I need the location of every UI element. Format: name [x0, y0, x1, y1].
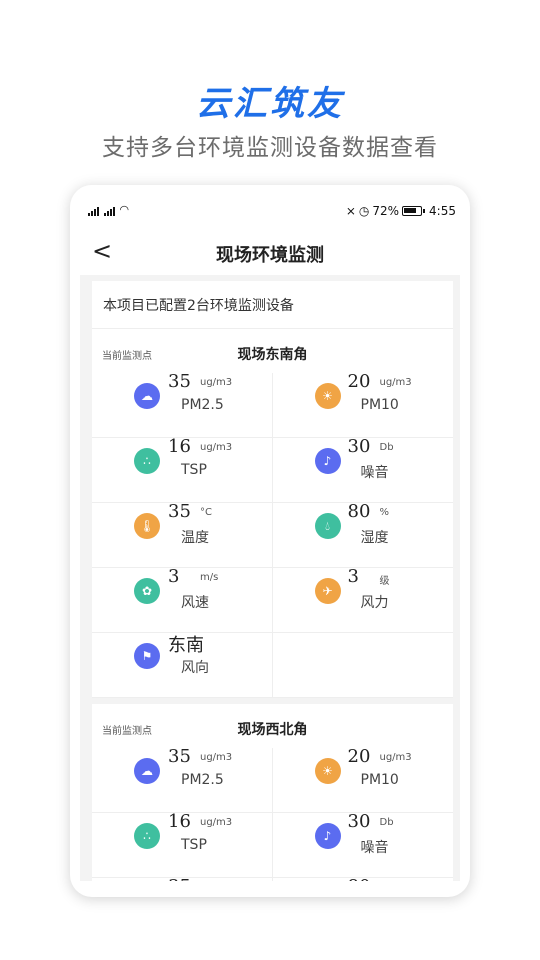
status-bar: ◠ ⨯ ◷ 72% 4:55 — [80, 185, 460, 231]
alarm-icon: ◷ — [358, 204, 370, 218]
metric-unit: 级 — [379, 576, 390, 587]
metric-cell: ⚑ 东南风向 — [92, 633, 273, 698]
pm25-icon: ☁ — [134, 758, 160, 784]
metric-unit: °C — [200, 507, 212, 518]
metric-cell: 🌡︎35°C温度 — [92, 876, 273, 881]
tsp-icon: ∴ — [134, 823, 160, 849]
phone-screen: ◠ ⨯ ◷ 72% 4:55 < 现场环境监测 本项目已配置2台环境监测设备 当… — [80, 185, 460, 881]
noise-icon: ♪ — [314, 448, 341, 474]
page-title: 现场环境监测 — [216, 245, 324, 266]
station-card: 当前监测点 现场东南角 ☁ 35 ug/m3 PM2.5 ☀ 20 ug/m3 PM10 ∴ 16 ug… — [92, 329, 453, 698]
signal-indicators: ◠ — [88, 203, 128, 216]
metric-value: 30 — [347, 811, 371, 832]
metric-unit: ug/m3 — [200, 752, 233, 763]
metric-value: 20 — [347, 371, 371, 392]
metric-unit: ug/m3 — [200, 377, 233, 388]
metric-unit: ug/m3 — [200, 817, 233, 828]
tsp-icon: ∴ — [134, 448, 160, 474]
mute-icon: ⨯ — [345, 204, 356, 218]
metric-cell: ☀ 20 ug/m3 PM10 — [272, 371, 453, 438]
metric-value: 30 — [347, 436, 371, 457]
metric-unit: Db — [379, 817, 394, 828]
station-header: 当前监测点 现场东南角 — [92, 329, 453, 373]
humidity-icon: 💧︎ — [314, 513, 341, 539]
station-card: 当前监测点 现场西北角 ☁ 35 ug/m3 PM2.5 ☀ 20 ug/m3 PM10 ∴ 16 ug… — [92, 704, 453, 881]
metric-value: 3 — [168, 566, 180, 587]
metric-unit: % — [379, 507, 390, 518]
metric-value: 80 — [348, 876, 371, 881]
metric-cell: ♪ 30 Db 噪音 — [272, 436, 453, 503]
metric-value: 35 — [168, 501, 191, 522]
wind-speed-icon: ✿ — [134, 578, 160, 604]
metric-cell: ☁ 35 ug/m3 PM2.5 — [92, 746, 273, 813]
tagline: 支持多台环境监测设备数据查看 — [102, 135, 438, 161]
metric-label: 风力 — [360, 595, 389, 611]
metric-unit: ug/m3 — [379, 377, 412, 388]
metric-cell: ☀ 20 ug/m3 PM10 — [272, 746, 453, 813]
metric-cell: ♪ 30 Db 噪音 — [272, 811, 453, 878]
metric-cell: 💧︎80%湿度 — [273, 876, 454, 881]
metric-label: TSP — [181, 837, 207, 853]
metric-value: 16 — [168, 811, 191, 832]
battery-icon — [402, 206, 426, 216]
nav-bar: < 现场环境监测 — [80, 231, 460, 275]
metric-cell: ☁ 35 ug/m3 PM2.5 — [92, 371, 273, 438]
metric-label: 温度 — [181, 530, 209, 546]
metric-value: 35 — [168, 746, 191, 767]
content[interactable]: 本项目已配置2台环境监测设备 当前监测点 现场东南角 ☁ 35 ug/m3 PM2.5 ☀ 2… — [92, 281, 453, 881]
metric-value: 20 — [347, 746, 371, 767]
metric-cell: ✈ 3 级风力 — [272, 566, 453, 633]
pm10-icon: ☀ — [314, 758, 341, 784]
metric-unit: Db — [379, 442, 394, 453]
metric-label: 湿度 — [360, 530, 389, 546]
metric-value: 35 — [168, 371, 191, 392]
signal-icon — [88, 207, 99, 216]
phone-frame: ◠ ⨯ ◷ 72% 4:55 < 现场环境监测 本项目已配置2台环境监测设备 当… — [70, 185, 470, 897]
brand-title: 云汇筑友 — [196, 84, 344, 124]
temperature-icon: 🌡︎ — [134, 513, 160, 539]
metric-value: 80 — [347, 501, 371, 522]
metric-unit: m/s — [200, 572, 219, 583]
pm10-icon: ☀ — [314, 383, 341, 409]
status-right: ⨯ ◷ 72% 4:55 — [346, 204, 456, 218]
battery-percent: 72% — [372, 204, 400, 218]
clock: 4:55 — [429, 204, 456, 218]
wifi-icon: ◠ — [120, 203, 129, 216]
device-summary: 本项目已配置2台环境监测设备 — [92, 281, 453, 329]
metric-label: 风向 — [181, 660, 209, 676]
metric-label: 噪音 — [360, 465, 389, 481]
station-name: 现场西北角 — [237, 722, 308, 738]
metric-grid: ☁ 35 ug/m3 PM2.5 ☀ 20 ug/m3 PM10 ∴ 16 ug/m3 TSP ♪ 30 D… — [92, 746, 454, 881]
empty-cell — [272, 633, 453, 698]
metric-value: 东南 — [168, 635, 204, 656]
metric-cell: ∴ 16 ug/m3 TSP — [92, 436, 273, 503]
wind-direction-icon: ⚑ — [134, 643, 160, 669]
noise-icon: ♪ — [314, 823, 341, 849]
metric-value: 16 — [168, 436, 191, 457]
metric-cell: 🌡︎ 35 °C 温度 — [92, 501, 273, 568]
metric-unit: ug/m3 — [200, 442, 233, 453]
metric-label: PM10 — [360, 772, 399, 788]
wind-power-icon: ✈ — [314, 578, 341, 604]
metric-value: 3 — [347, 566, 359, 587]
metric-label: 噪音 — [360, 840, 389, 856]
station-name: 现场东南角 — [237, 347, 308, 363]
metric-cell: 💧︎ 80% 湿度 — [272, 501, 453, 568]
metric-grid: ☁ 35 ug/m3 PM2.5 ☀ 20 ug/m3 PM10 ∴ 16 ug/m3 TSP ♪ 30 D… — [92, 371, 453, 698]
metric-label: PM2.5 — [181, 397, 224, 413]
metric-cell: ∴ 16 ug/m3 TSP — [92, 811, 273, 878]
metric-label: 风速 — [181, 595, 209, 611]
metric-label: PM2.5 — [181, 772, 224, 788]
metric-label: PM10 — [360, 397, 399, 413]
signal-icon — [104, 207, 115, 216]
station-list: 当前监测点 现场东南角 ☁ 35 ug/m3 PM2.5 ☀ 20 ug/m3 PM10 ∴ 16 ug… — [92, 329, 453, 881]
metric-label: TSP — [181, 462, 207, 478]
station-header: 当前监测点 现场西北角 — [92, 704, 453, 748]
metric-value: 35 — [168, 876, 191, 881]
metric-unit: ug/m3 — [379, 752, 412, 763]
pm25-icon: ☁ — [134, 383, 160, 409]
metric-cell: ✿ 3 m/s 风速 — [92, 566, 273, 633]
